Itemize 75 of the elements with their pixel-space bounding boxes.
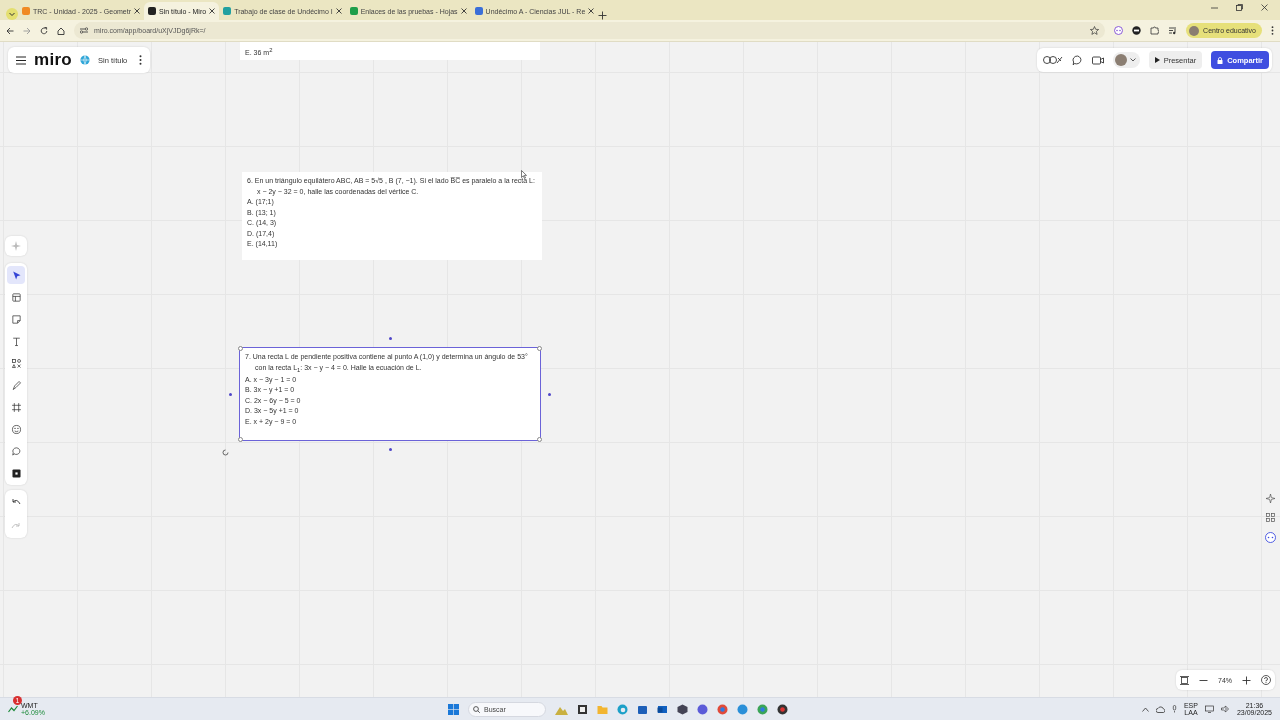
close-icon[interactable] xyxy=(134,8,141,14)
close-icon[interactable] xyxy=(460,8,467,14)
tab-search-icon[interactable] xyxy=(6,8,18,20)
text-icon xyxy=(10,335,22,347)
resize-handle[interactable] xyxy=(238,346,243,351)
browser-icon[interactable] xyxy=(777,703,788,715)
new-tab-icon[interactable] xyxy=(598,11,608,20)
puzzle-icon[interactable] xyxy=(1150,26,1160,35)
reload-icon[interactable] xyxy=(40,26,48,35)
resize-handle[interactable] xyxy=(537,437,542,442)
resize-handle[interactable] xyxy=(537,346,542,351)
microphone-icon[interactable] xyxy=(1171,705,1177,713)
play-icon xyxy=(1154,57,1160,63)
sparkle-icon[interactable] xyxy=(1265,494,1275,503)
reactions-icon[interactable] xyxy=(1042,55,1063,65)
video-icon[interactable] xyxy=(1091,55,1104,65)
apps-icon xyxy=(10,467,22,479)
speaker-icon[interactable] xyxy=(1220,705,1230,713)
extension-icon[interactable] xyxy=(1132,26,1142,35)
back-icon[interactable] xyxy=(6,26,14,35)
globe-icon xyxy=(80,55,91,65)
start-icon[interactable] xyxy=(448,703,459,715)
close-icon[interactable] xyxy=(209,8,216,14)
chat-app-icon[interactable] xyxy=(697,703,708,715)
cursor-icon xyxy=(521,170,527,179)
sync-icon[interactable] xyxy=(737,703,748,715)
help-icon[interactable] xyxy=(1261,675,1271,685)
chevron-up-icon[interactable] xyxy=(1141,706,1149,712)
chat-icon[interactable] xyxy=(1071,54,1083,66)
chat-bubble-icon[interactable] xyxy=(1264,532,1276,543)
zoom-in-icon[interactable] xyxy=(1242,675,1251,685)
lock-icon xyxy=(1217,56,1224,64)
close-icon[interactable] xyxy=(335,8,342,14)
comment-icon xyxy=(10,445,22,457)
cube-icon[interactable] xyxy=(677,703,688,715)
connector-handle[interactable] xyxy=(389,448,392,451)
menu-icon[interactable] xyxy=(16,55,26,65)
caret-icon xyxy=(1129,58,1136,62)
connector-handle[interactable] xyxy=(548,393,551,396)
search-icon xyxy=(473,705,480,713)
mail-icon[interactable] xyxy=(657,703,668,715)
avatar-icon xyxy=(1189,25,1200,36)
question-card[interactable] xyxy=(242,172,542,260)
sticky-note-icon xyxy=(10,313,22,325)
smiley-icon xyxy=(10,423,22,435)
site-info-icon[interactable] xyxy=(80,27,88,34)
resize-handle[interactable] xyxy=(238,437,243,442)
tool-button[interactable] xyxy=(7,266,25,284)
chart-icon[interactable] xyxy=(8,705,18,713)
media-icon[interactable] xyxy=(1168,26,1178,35)
layout-icon xyxy=(10,291,22,303)
store-icon[interactable] xyxy=(637,703,648,715)
connector-handle[interactable] xyxy=(389,337,392,340)
logo[interactable]: miro xyxy=(34,50,73,70)
pen-icon xyxy=(10,379,22,391)
shapes-icon xyxy=(10,357,22,369)
more-icon[interactable] xyxy=(1271,26,1274,35)
connector-handle[interactable] xyxy=(229,393,232,396)
cloud-icon[interactable] xyxy=(1155,705,1165,713)
undo-icon[interactable] xyxy=(11,498,21,506)
network-icon[interactable] xyxy=(1204,705,1214,713)
loading-icon xyxy=(222,449,229,456)
question-card[interactable] xyxy=(240,348,540,440)
frame-icon xyxy=(10,401,22,413)
restore-icon[interactable] xyxy=(1236,3,1243,11)
fit-icon[interactable] xyxy=(1180,675,1189,685)
star-icon[interactable] xyxy=(1090,26,1100,35)
grid-icon[interactable] xyxy=(1265,513,1275,522)
avatar-icon xyxy=(1114,54,1127,66)
home-icon[interactable] xyxy=(57,26,65,35)
close-icon[interactable] xyxy=(1261,3,1268,11)
more-icon[interactable] xyxy=(139,55,142,65)
terminal-icon[interactable] xyxy=(577,703,588,715)
close-icon[interactable] xyxy=(588,8,595,14)
collaborators-menu[interactable] xyxy=(1112,52,1140,68)
